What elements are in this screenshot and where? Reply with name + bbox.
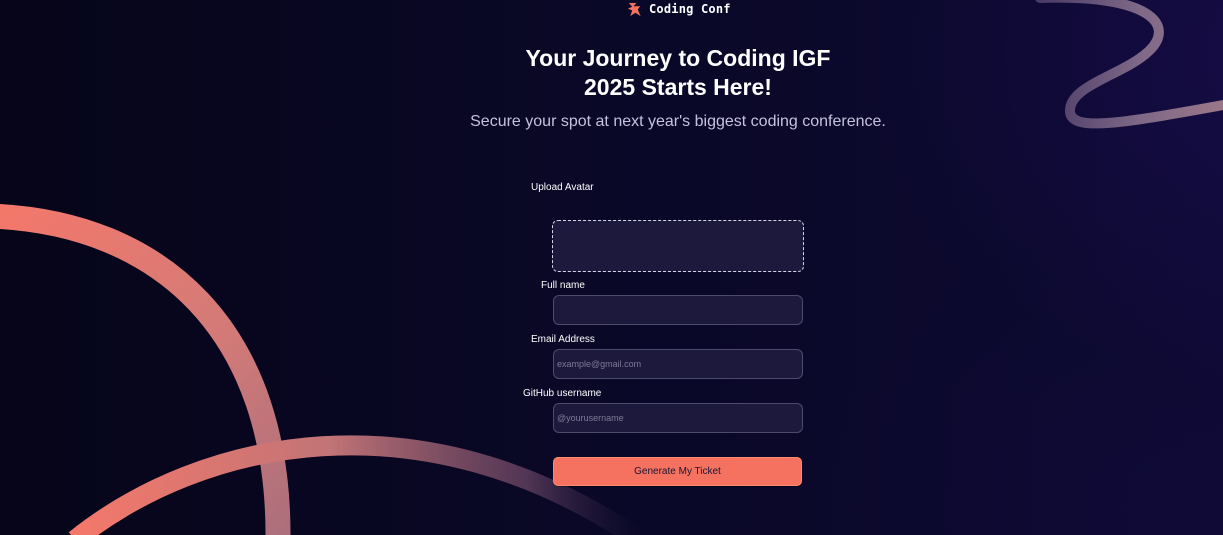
page-title-line-1: Your Journey to Coding IGF bbox=[525, 45, 831, 71]
generate-ticket-button[interactable]: Generate My Ticket bbox=[553, 457, 802, 486]
github-username-label: GitHub username bbox=[523, 388, 602, 399]
page-title: Your Journey to Coding IGF 2025 Starts H… bbox=[478, 44, 878, 102]
brand-logo[interactable]: Coding Conf bbox=[627, 1, 731, 17]
page-content: Coding Conf Your Journey to Coding IGF 2… bbox=[0, 0, 1223, 535]
github-username-input[interactable] bbox=[553, 403, 803, 433]
full-name-label: Full name bbox=[541, 280, 585, 291]
avatar-upload-dropzone[interactable] bbox=[552, 220, 804, 272]
upload-avatar-label: Upload Avatar bbox=[531, 182, 594, 193]
page-title-line-2: 2025 Starts Here! bbox=[584, 74, 772, 100]
email-label: Email Address bbox=[531, 334, 595, 345]
brand-name: Coding Conf bbox=[649, 2, 731, 16]
page-subtitle: Secure your spot at next year's biggest … bbox=[470, 113, 886, 130]
coding-conf-logo-icon bbox=[627, 2, 641, 16]
email-input[interactable] bbox=[553, 349, 803, 379]
full-name-input[interactable] bbox=[553, 295, 803, 325]
